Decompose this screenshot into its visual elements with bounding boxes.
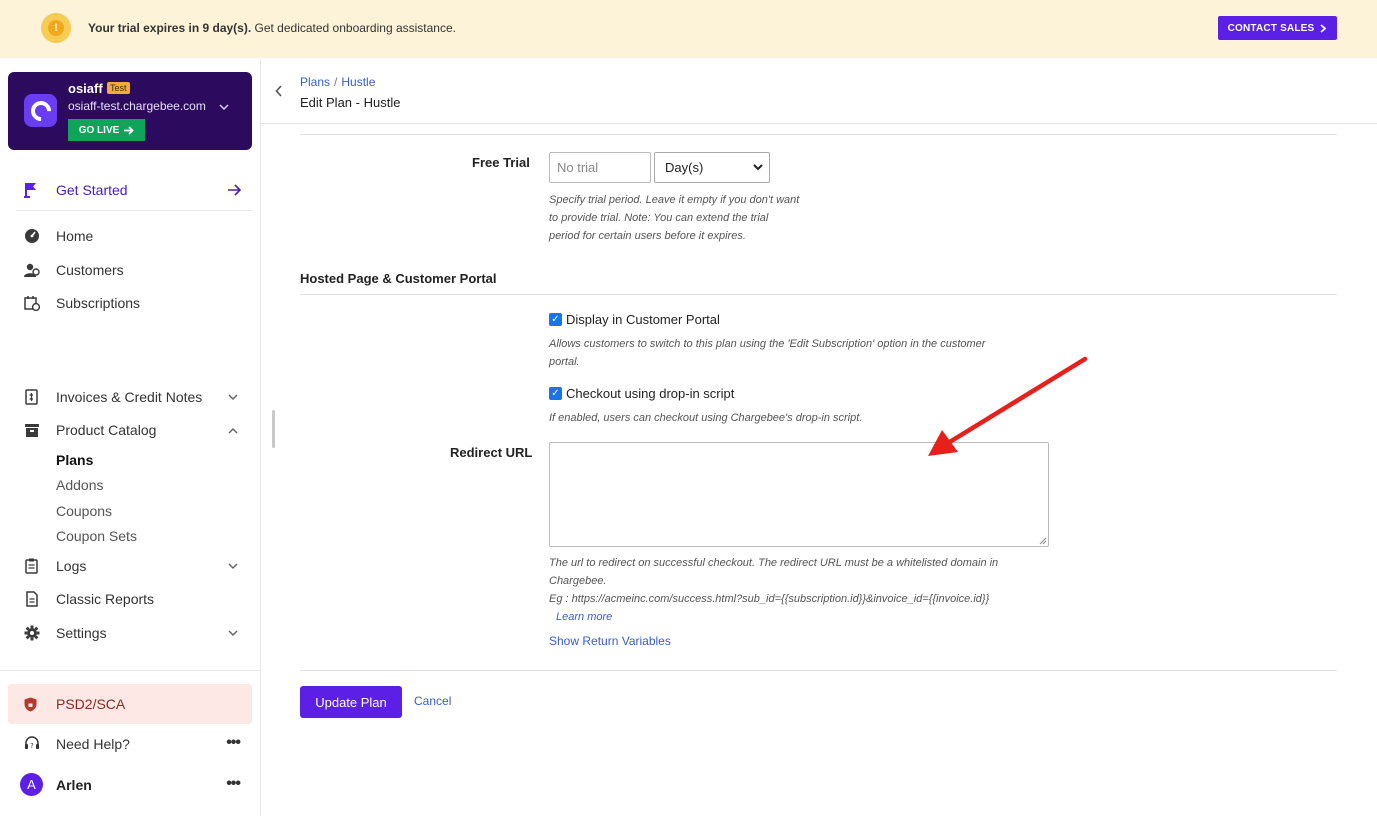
sidebar-item-classic-reports[interactable]: Classic Reports — [16, 586, 244, 612]
gear-icon — [24, 625, 40, 641]
breadcrumb: Plans / Hustle — [300, 75, 376, 89]
report-icon — [26, 591, 38, 607]
free-trial-label: Free Trial — [472, 155, 530, 170]
sidebar-subitem-coupons[interactable]: Coupons — [56, 503, 112, 519]
section-title-hosted-page: Hosted Page & Customer Portal — [300, 271, 497, 286]
divider — [300, 134, 1337, 135]
invoice-icon — [25, 389, 38, 405]
update-plan-button[interactable]: Update Plan — [300, 686, 402, 718]
cancel-button[interactable]: Cancel — [414, 694, 451, 708]
catalog-icon — [25, 424, 39, 437]
free-trial-hint: Specify trial period. Leave it empty if … — [549, 194, 800, 242]
display-portal-checkbox[interactable]: ✓ — [549, 312, 562, 326]
more-options-icon[interactable]: ••• — [226, 734, 241, 752]
sidebar-item-product-catalog[interactable]: Product Catalog — [16, 417, 244, 443]
sidebar: osiaff Test osiaff-test.chargebee.com GO… — [0, 60, 261, 816]
show-return-variables-link[interactable]: Show Return Variables — [549, 634, 671, 648]
sidebar-item-customers[interactable]: Customers — [16, 257, 244, 283]
chargebee-logo-icon — [24, 94, 57, 127]
chevron-down-icon — [228, 393, 238, 400]
chevron-down-icon — [753, 164, 763, 171]
need-help-link[interactable]: ? Need Help? ••• — [16, 734, 244, 756]
sidebar-resize-handle[interactable] — [272, 410, 275, 448]
divider — [0, 670, 261, 671]
redirect-url-label: Redirect URL — [450, 445, 533, 460]
trial-message: Your trial expires in 9 day(s). Get dedi… — [88, 21, 456, 35]
redirect-url-textarea[interactable] — [549, 442, 1049, 547]
divider — [300, 670, 1337, 671]
chevron-right-icon — [1320, 23, 1327, 33]
psd2-sca-link[interactable]: PSD2/SCA — [8, 684, 252, 724]
clipboard-icon — [25, 558, 38, 574]
chevron-left-icon[interactable] — [275, 85, 283, 97]
svg-text:?: ? — [30, 742, 34, 750]
breadcrumb-plans[interactable]: Plans — [300, 75, 330, 89]
divider — [16, 210, 252, 211]
resize-grip-icon[interactable] — [1037, 535, 1047, 545]
display-portal-hint: Allows customers to switch to this plan … — [549, 338, 986, 368]
checkout-dropin-hint: If enabled, users can checkout using Cha… — [549, 412, 863, 424]
customers-icon — [24, 263, 40, 277]
flag-icon — [24, 183, 36, 198]
arrow-right-icon — [124, 125, 135, 135]
chevron-down-icon — [228, 629, 238, 636]
page-title: Edit Plan - Hustle — [300, 95, 401, 110]
site-switcher[interactable]: osiaff Test osiaff-test.chargebee.com GO… — [8, 72, 252, 150]
redirect-url-hint: The url to redirect on successful checko… — [549, 557, 999, 623]
sidebar-item-settings[interactable]: Settings — [16, 620, 244, 646]
warning-icon: ! — [41, 13, 71, 43]
free-trial-input[interactable] — [549, 152, 651, 183]
checkout-dropin-option[interactable]: ✓ Checkout using drop-in script — [549, 384, 734, 402]
headset-icon: ? — [25, 736, 39, 750]
chevron-down-icon[interactable] — [219, 104, 229, 111]
chevron-down-icon — [228, 562, 238, 569]
sidebar-item-logs[interactable]: Logs — [16, 553, 244, 579]
display-portal-option[interactable]: ✓ Display in Customer Portal — [549, 310, 720, 328]
user-name: Arlen — [56, 777, 92, 793]
more-options-icon[interactable]: ••• — [226, 775, 241, 793]
user-menu[interactable]: A Arlen ••• — [16, 773, 244, 797]
arrow-right-icon — [228, 184, 242, 196]
learn-more-link[interactable]: Learn more — [556, 611, 612, 623]
sidebar-item-subscriptions[interactable]: Subscriptions — [16, 290, 244, 316]
contact-sales-button[interactable]: CONTACT SALES — [1218, 16, 1337, 40]
sidebar-item-invoices[interactable]: Invoices & Credit Notes — [16, 384, 244, 410]
site-domain: osiaff-test.chargebee.com — [68, 99, 206, 113]
divider — [261, 123, 1377, 124]
calendar-icon — [24, 296, 40, 311]
go-live-button[interactable]: GO LIVE — [68, 119, 145, 141]
breadcrumb-hustle[interactable]: Hustle — [341, 75, 375, 89]
checkout-dropin-checkbox[interactable]: ✓ — [549, 386, 562, 400]
divider — [300, 294, 1337, 295]
site-name: osiaff — [68, 81, 103, 96]
trial-banner: ! Your trial expires in 9 day(s). Get de… — [0, 0, 1377, 58]
dashboard-icon — [25, 229, 39, 243]
shield-lock-icon — [24, 697, 37, 711]
test-badge: Test — [107, 82, 130, 94]
sidebar-subitem-plans[interactable]: Plans — [56, 452, 93, 468]
sidebar-item-home[interactable]: Home — [16, 223, 244, 249]
sidebar-subitem-coupon-sets[interactable]: Coupon Sets — [56, 528, 137, 544]
avatar: A — [20, 773, 43, 796]
sidebar-subitem-addons[interactable]: Addons — [56, 477, 103, 493]
get-started-link[interactable]: Get Started — [16, 176, 244, 204]
chevron-up-icon — [228, 427, 238, 434]
trial-unit-select[interactable]: Day(s) — [654, 152, 770, 183]
